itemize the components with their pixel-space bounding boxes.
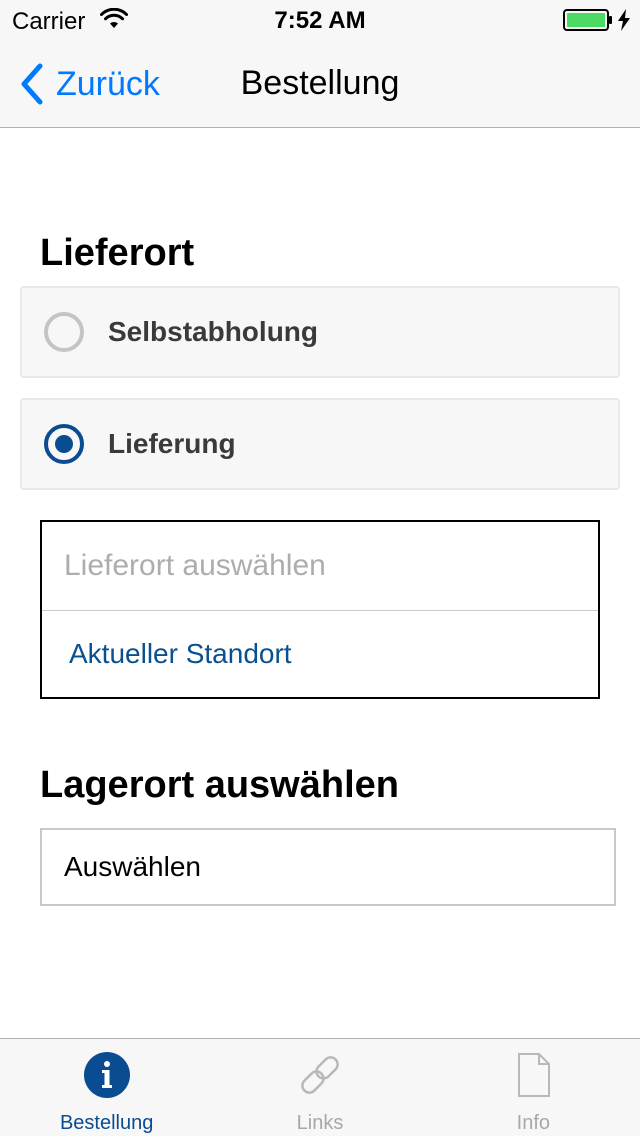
status-time: 7:52 AM — [274, 7, 366, 34]
radio-label: Selbstabholung — [108, 316, 318, 347]
charging-bolt-icon — [618, 9, 630, 31]
tab-label: Links — [296, 1112, 344, 1134]
link-icon — [301, 1056, 339, 1094]
delivery-location-input[interactable] — [42, 522, 598, 610]
lieferort-heading: Lieferort — [40, 232, 195, 274]
tab-bestellung[interactable]: Bestellung — [0, 1039, 213, 1136]
tab-bar: Bestellung Links Info — [0, 1038, 640, 1136]
radio-label: Lieferung — [108, 428, 236, 459]
radio-unselected-icon — [44, 312, 84, 352]
current-location-link[interactable]: Aktueller Standort — [42, 611, 598, 697]
radio-option-lieferung[interactable]: Lieferung — [20, 398, 620, 490]
info-circle-icon — [83, 1052, 130, 1098]
status-bar: Carrier 7:52 AM — [0, 0, 640, 40]
navigation-bar: Zurück Bestellung — [0, 40, 640, 128]
battery-icon — [563, 9, 612, 31]
radio-selected-icon — [44, 424, 84, 464]
lagerort-heading: Lagerort auswählen — [40, 764, 399, 806]
page-title: Bestellung — [240, 64, 400, 102]
storage-location-select[interactable]: Auswählen — [40, 828, 616, 906]
tab-info[interactable]: Info — [427, 1039, 640, 1136]
tab-links[interactable]: Links — [213, 1039, 426, 1136]
tab-label: Bestellung — [59, 1112, 154, 1134]
radio-option-selbstabholung[interactable]: Selbstabholung — [20, 286, 620, 378]
delivery-location-box: Aktueller Standort — [40, 520, 600, 699]
tab-label: Info — [516, 1112, 550, 1134]
document-icon — [518, 1053, 551, 1097]
